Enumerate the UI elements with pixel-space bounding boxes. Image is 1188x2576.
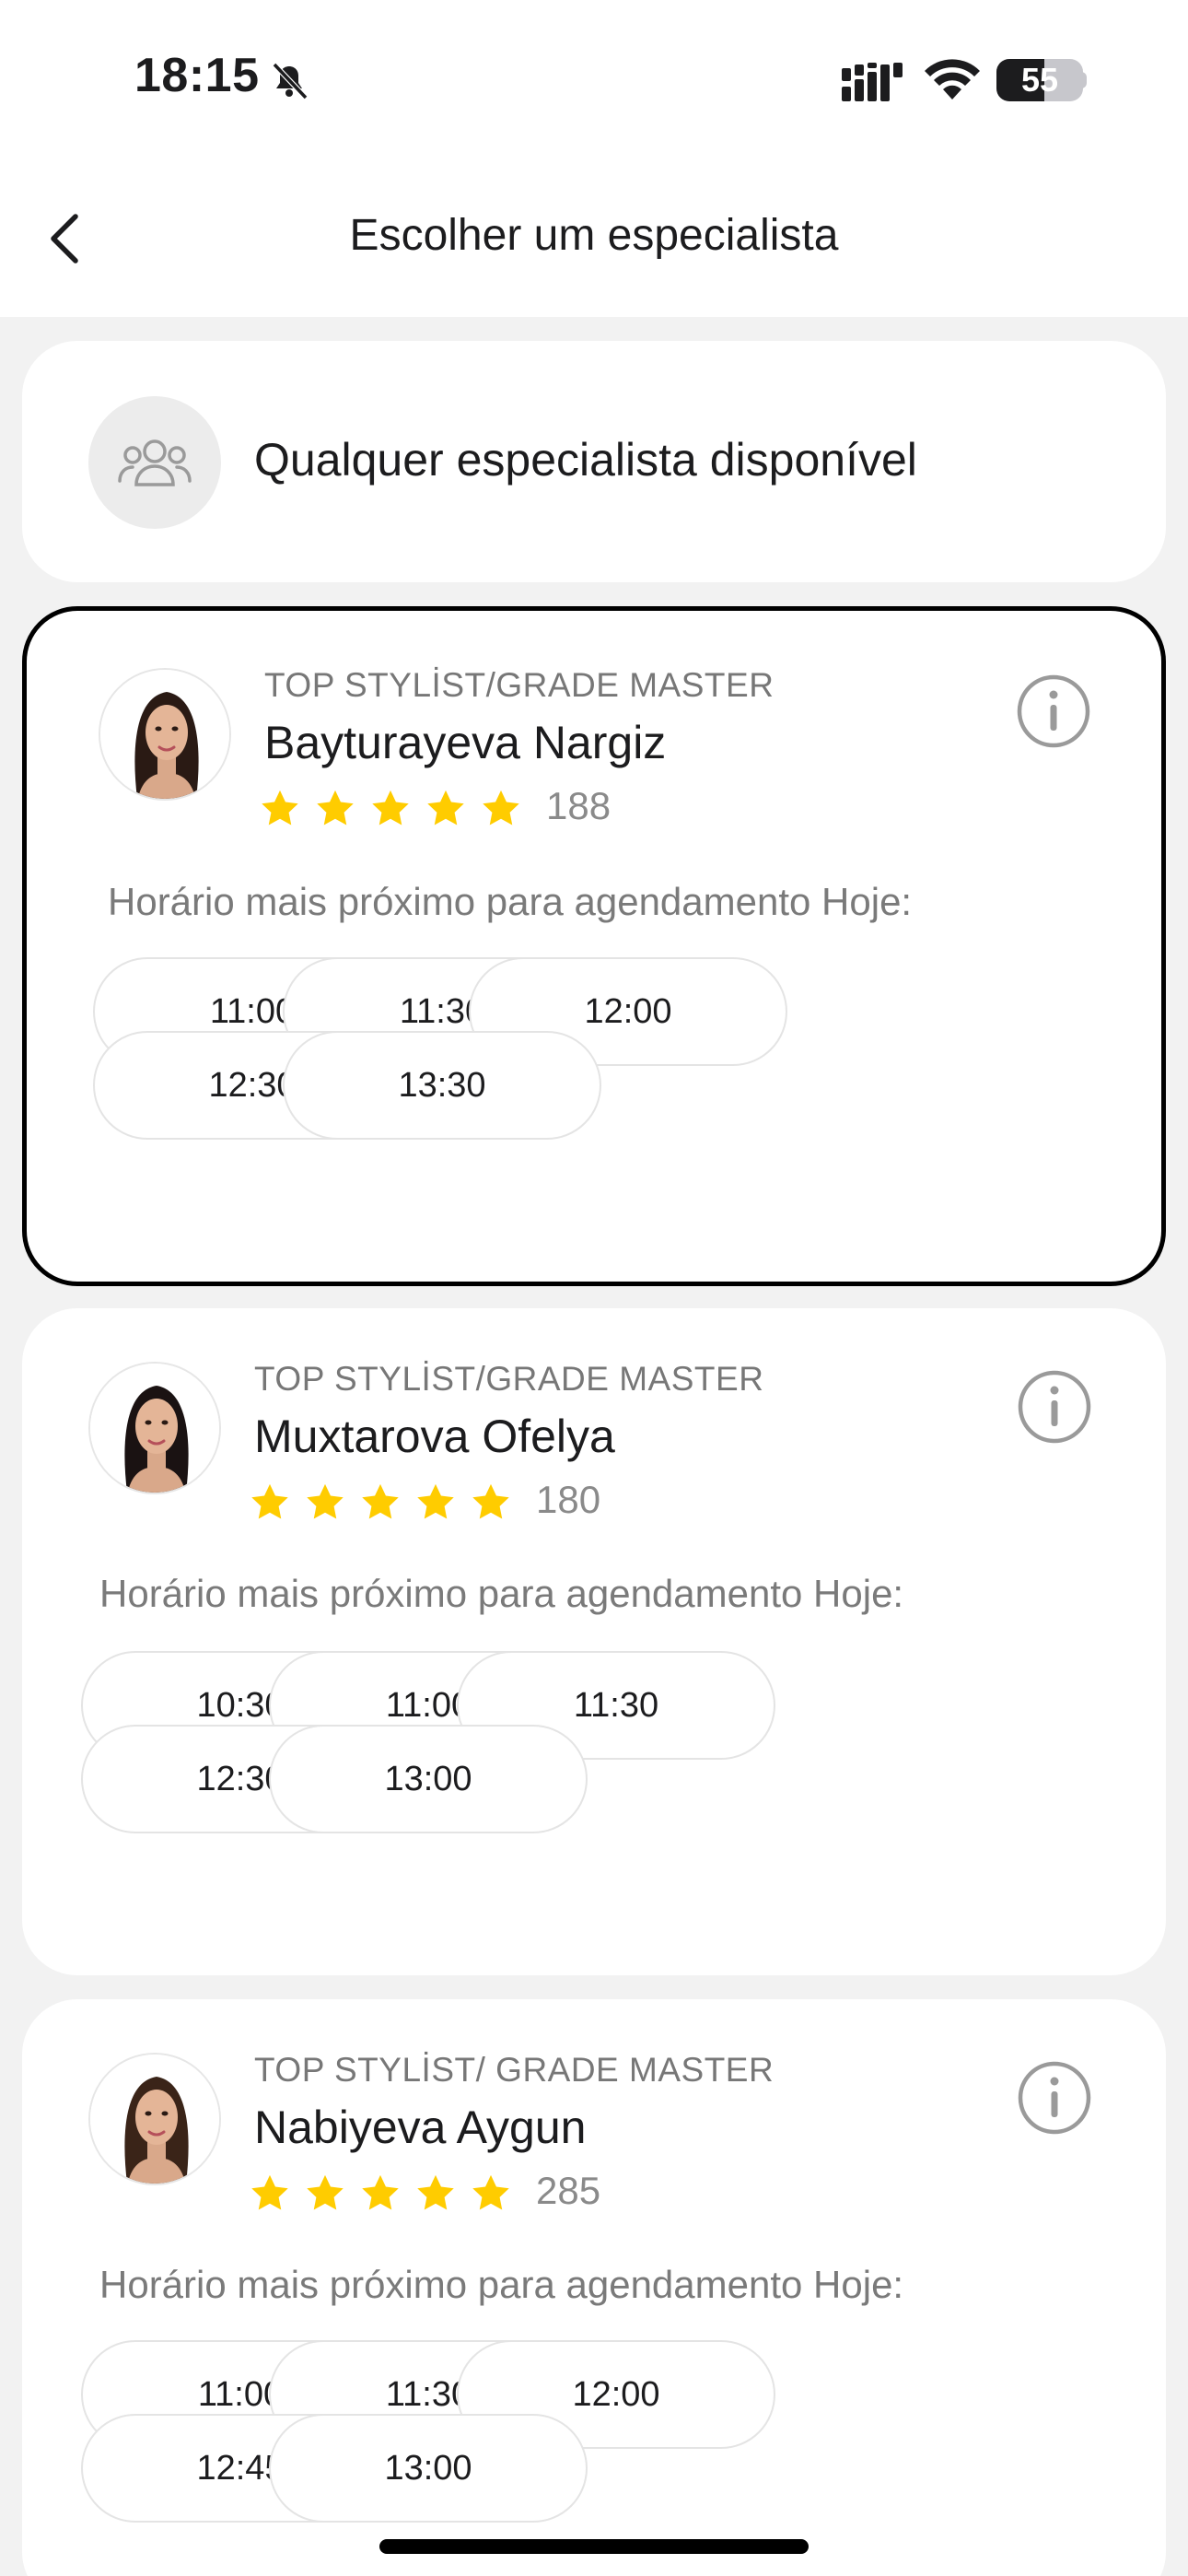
star-icon <box>472 1483 509 1519</box>
star-icon <box>483 790 519 825</box>
time-slot-button[interactable]: 13:00 <box>269 1725 588 1833</box>
cellular-signal-icon <box>842 63 903 101</box>
info-icon[interactable] <box>1017 2060 1092 2136</box>
specialist-card[interactable]: TOP STYLİST/ GRADE MASTER Nabiyeva Aygun 2… <box>22 1999 1166 2576</box>
specialist-avatar <box>88 2053 221 2185</box>
specialist-card[interactable]: TOP STYLİST/GRADE MASTER Bayturayeva Narg… <box>22 606 1166 1286</box>
specialist-grade: TOP STYLİST/ GRADE MASTER <box>254 2051 775 2089</box>
rating-stars <box>249 1481 512 1524</box>
any-specialist-option[interactable]: Qualquer especialista disponível <box>22 341 1166 582</box>
specialist-grade: TOP STYLİST/GRADE MASTER <box>254 1360 764 1398</box>
time-slot-button[interactable]: 13:30 <box>283 1031 601 1140</box>
star-icon <box>472 2174 509 2210</box>
star-icon <box>317 790 354 825</box>
info-icon[interactable] <box>1017 1369 1092 1445</box>
star-icon <box>417 1483 454 1519</box>
star-icon <box>262 790 298 825</box>
star-icon <box>372 790 409 825</box>
specialist-name: Muxtarova Ofelya <box>254 1411 615 1462</box>
specialist-avatar <box>88 1362 221 1494</box>
rating-stars <box>259 788 522 830</box>
time-slot-button[interactable]: 13:00 <box>269 2414 588 2523</box>
battery-cap <box>1079 72 1087 88</box>
nearest-time-label: Horário mais próximo para agendamento Ho… <box>99 2263 904 2306</box>
top-bar: 18:15 55 Escolher um especialista <box>0 0 1188 317</box>
specialist-grade: TOP STYLİST/GRADE MASTER <box>264 666 775 704</box>
star-icon <box>307 1483 344 1519</box>
group-avatar <box>88 396 221 529</box>
nearest-time-label: Horário mais próximo para agendamento Ho… <box>108 880 913 923</box>
battery-percent: 55 <box>1020 61 1059 99</box>
home-indicator <box>379 2539 809 2554</box>
status-time: 18:15 <box>134 49 260 102</box>
review-count: 188 <box>546 784 611 827</box>
star-icon <box>251 2174 288 2210</box>
info-icon[interactable] <box>1016 673 1091 749</box>
wifi-icon <box>925 59 980 100</box>
users-icon <box>118 439 192 486</box>
battery-indicator: 55 <box>996 59 1083 101</box>
rating-stars <box>249 2172 512 2215</box>
star-icon <box>427 790 464 825</box>
star-icon <box>362 2174 399 2210</box>
star-icon <box>307 2174 344 2210</box>
star-icon <box>251 1483 288 1519</box>
any-specialist-label: Qualquer especialista disponível <box>254 434 917 486</box>
bell-muted-icon <box>272 62 309 100</box>
specialist-card[interactable]: TOP STYLİST/GRADE MASTER Muxtarova Ofelya… <box>22 1308 1166 1975</box>
specialist-name: Nabiyeva Aygun <box>254 2102 587 2153</box>
star-icon <box>417 2174 454 2210</box>
specialist-avatar <box>99 668 231 801</box>
review-count: 285 <box>536 2169 601 2212</box>
nearest-time-label: Horário mais próximo para agendamento Ho… <box>99 1572 904 1615</box>
star-icon <box>362 1483 399 1519</box>
page-title: Escolher um especialista <box>349 211 839 260</box>
review-count: 180 <box>536 1478 601 1521</box>
specialist-name: Bayturayeva Nargiz <box>264 717 667 768</box>
